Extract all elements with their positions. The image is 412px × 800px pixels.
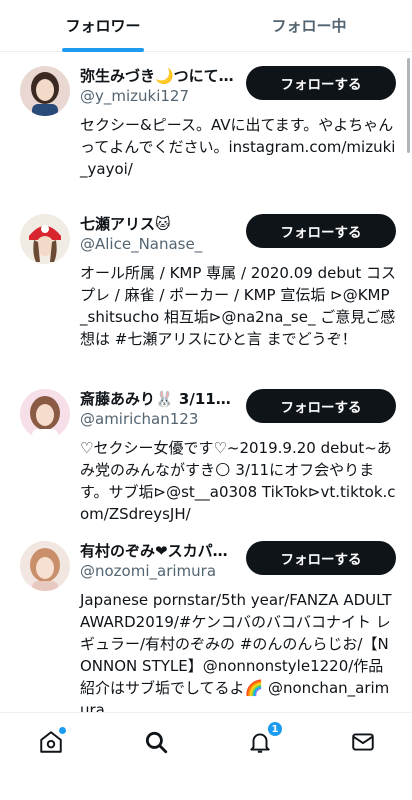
user-handle: @amirichan123	[80, 410, 199, 428]
tab-following[interactable]: フォロー中	[206, 0, 412, 51]
tab-followers-label: フォロワー	[65, 17, 141, 35]
tab-followers[interactable]: フォロワー	[0, 0, 206, 52]
user-bio: ♡セクシー女優です♡~2019.9.20 debut~あみ党のみんながすき🌕 3…	[80, 439, 396, 523]
user-display-name: 斎藤あみり🐰 3/11オ…	[80, 390, 240, 408]
user-cell[interactable]: 七瀬アリス🐱 @Alice_Nanase_ フォローする オール所属 / KMP…	[0, 200, 412, 375]
user-display-name: 弥生みづき🌙つにて…	[80, 67, 234, 85]
avatar[interactable]	[20, 389, 70, 439]
notification-badge: 1	[267, 721, 283, 737]
nav-search[interactable]	[141, 727, 171, 757]
user-bio: セクシー&ピース。AVに出てます。やよちゃんってよんでください。instagra…	[80, 116, 396, 178]
follow-button[interactable]: フォローする	[246, 389, 396, 423]
nav-messages[interactable]	[348, 727, 378, 757]
scrollbar[interactable]	[407, 58, 410, 153]
follow-button[interactable]: フォローする	[246, 66, 396, 100]
user-bio: オール所属 / KMP 専属 / 2020.09 debut コスプレ / 麻雀…	[80, 264, 396, 348]
user-display-name: 有村のぞみ❤スカパ…	[80, 542, 228, 560]
avatar[interactable]	[20, 541, 70, 591]
bottom-nav: 1	[0, 712, 412, 800]
search-icon	[145, 731, 168, 754]
user-cell[interactable]: 弥生みづき🌙つにて… @y_mizuki127 フォローする セクシー&ピース。…	[0, 52, 412, 200]
tab-bar: フォロワー フォロー中	[0, 0, 412, 52]
tab-following-label: フォロー中	[271, 17, 347, 35]
user-handle: @nozomi_arimura	[80, 562, 217, 580]
follow-button[interactable]: フォローする	[246, 214, 396, 248]
user-cell[interactable]: 有村のぞみ❤スカパ… @nozomi_arimura フォローする Japane…	[0, 527, 412, 719]
avatar[interactable]	[20, 214, 70, 264]
avatar[interactable]	[20, 66, 70, 116]
user-display-name: 七瀬アリス🐱	[80, 215, 171, 233]
user-handle: @Alice_Nanase_	[80, 235, 203, 253]
mail-icon	[352, 733, 374, 751]
follow-button[interactable]: フォローする	[246, 541, 396, 575]
user-list: 弥生みづき🌙つにて… @y_mizuki127 フォローする セクシー&ピース。…	[0, 52, 412, 719]
unread-dot	[59, 727, 66, 734]
user-cell[interactable]: 斎藤あみり🐰 3/11オ… @amirichan123 フォローする ♡セクシー…	[0, 375, 412, 527]
user-handle: @y_mizuki127	[80, 87, 190, 105]
user-bio: Japanese pornstar/5th year/FANZA ADULT A…	[80, 591, 392, 719]
nav-notifications[interactable]: 1	[245, 721, 283, 757]
nav-home[interactable]	[36, 727, 66, 757]
